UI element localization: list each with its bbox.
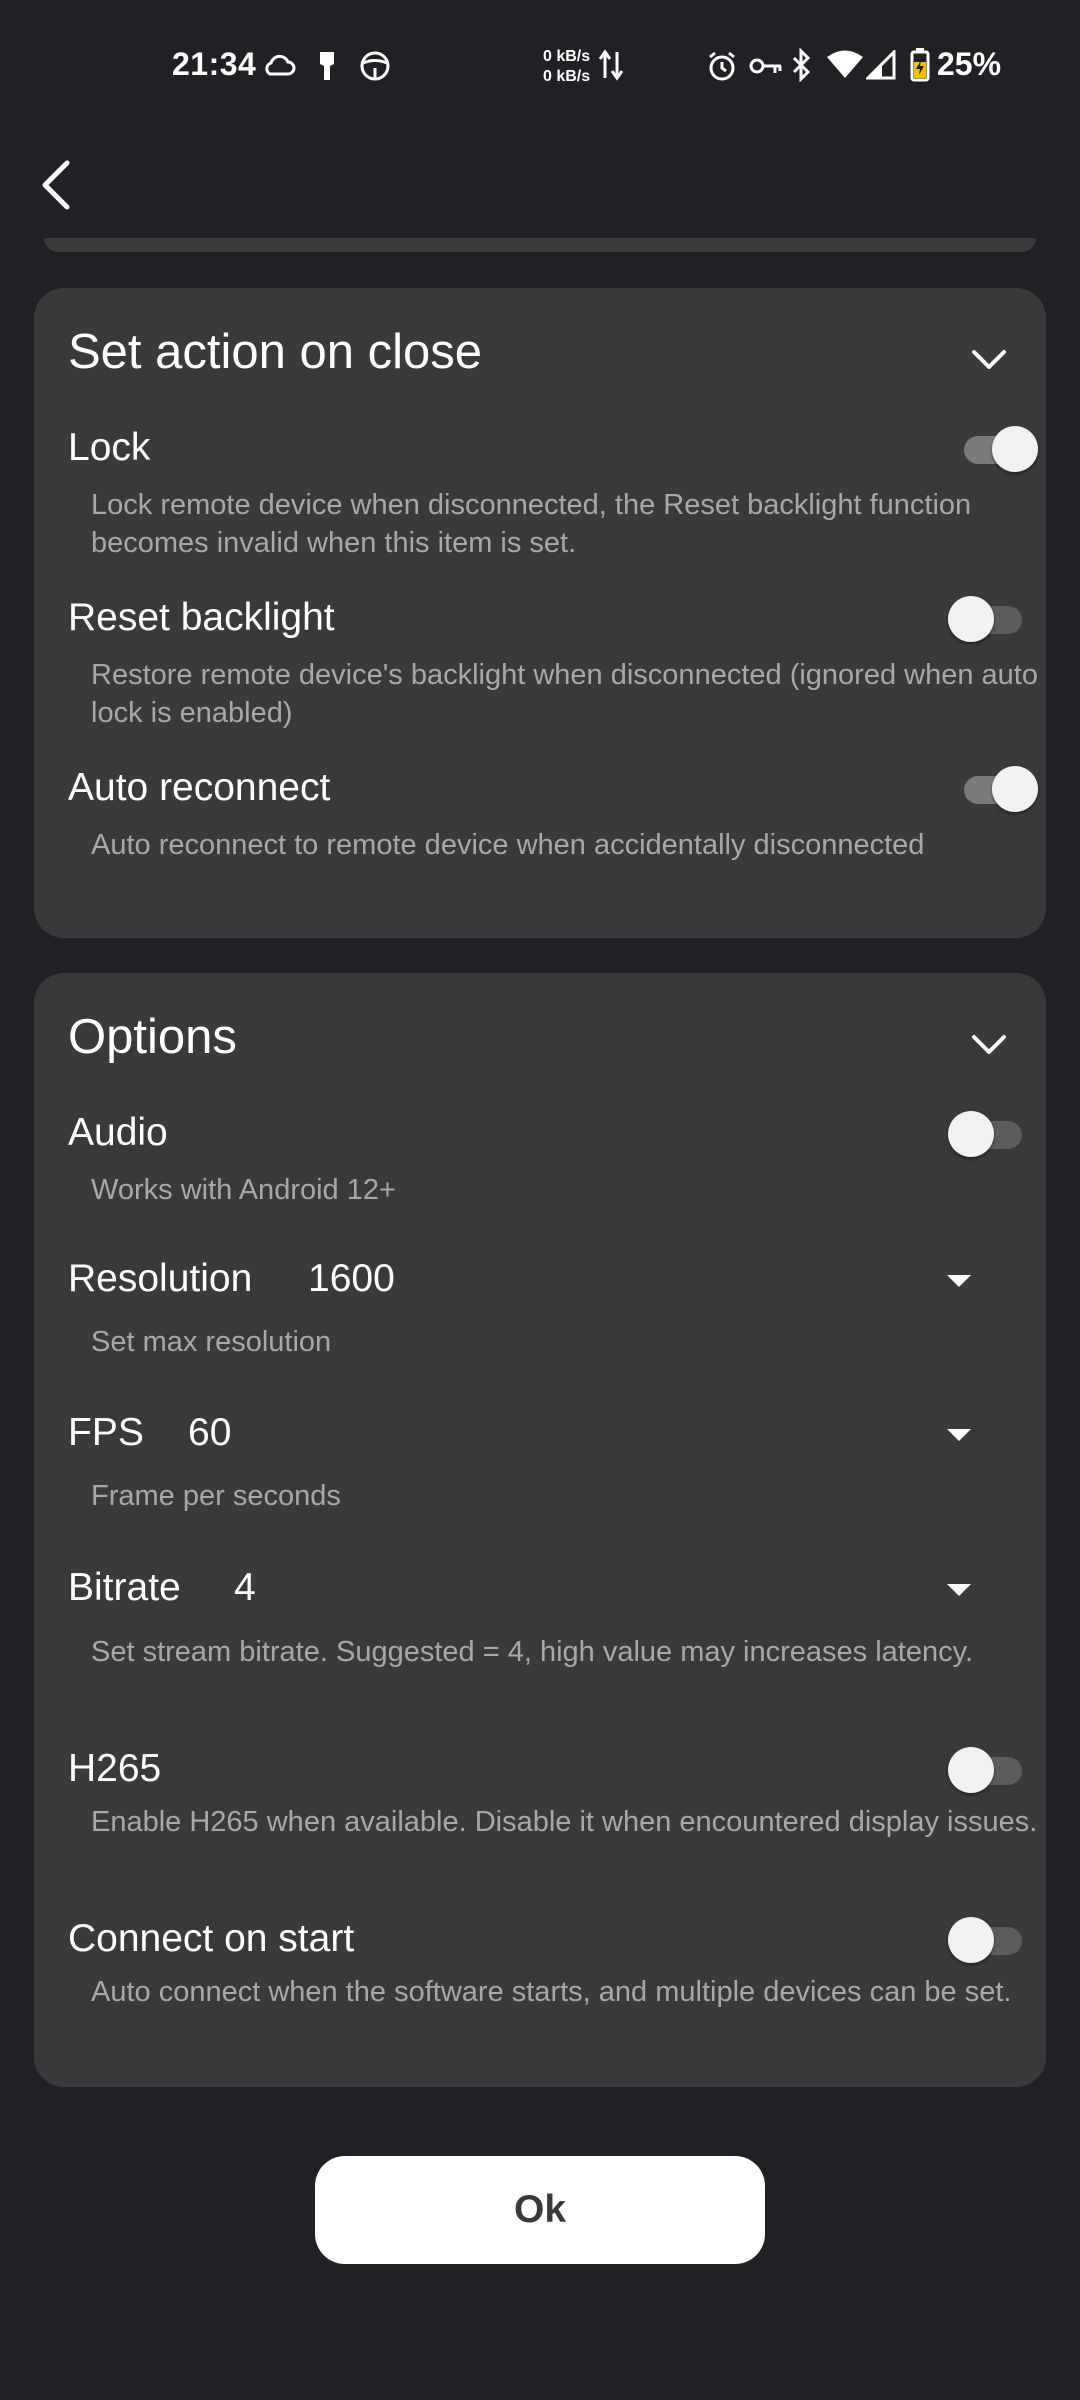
connect-on-start-desc: Auto connect when the software starts, a…: [91, 1976, 1012, 2008]
reset-backlight-title: Reset backlight: [68, 596, 335, 639]
fps-select[interactable]: 60: [188, 1411, 231, 1455]
chevron-down-icon[interactable]: [966, 336, 1012, 382]
wifi-icon: [827, 50, 863, 78]
h265-toggle[interactable]: [948, 1747, 1024, 1793]
bitrate-dropdown-icon[interactable]: [947, 1584, 971, 1596]
lock-desc: Lock remote device when disconnected, th…: [91, 489, 972, 559]
reset-backlight-toggle[interactable]: [948, 596, 1024, 642]
lock-toggle[interactable]: [948, 426, 1038, 472]
battery-icon: [910, 48, 930, 82]
back-arrow-icon: [42, 160, 70, 210]
audio-title: Audio: [68, 1111, 168, 1154]
connect-on-start-title: Connect on start: [68, 1917, 355, 1960]
vpn-key-icon: [749, 58, 782, 74]
close-actions-title: Set action on close: [68, 325, 483, 379]
chevron-down-icon[interactable]: [966, 1021, 1012, 1067]
bluetooth-icon: [792, 48, 811, 82]
auto-reconnect-desc: Auto reconnect to remote device when acc…: [91, 829, 925, 861]
resolution-desc: Set max resolution: [91, 1326, 332, 1358]
battery-percent: 25%: [937, 46, 1002, 82]
audio-toggle[interactable]: [948, 1111, 1024, 1157]
auto-reconnect-toggle[interactable]: [948, 766, 1038, 812]
resolution-select[interactable]: 1600: [308, 1257, 395, 1301]
lock-title: Lock: [68, 426, 151, 469]
previous-card-edge: [44, 238, 1036, 252]
status-time: 21:34: [172, 46, 257, 82]
cloud-icon: [265, 54, 296, 76]
h265-title: H265: [68, 1747, 162, 1790]
net-up-speed: 0 kB/s: [543, 48, 591, 65]
network-speed: 0 kB/s 0 kB/s: [543, 47, 590, 87]
audio-desc: Works with Android 12+: [91, 1174, 396, 1206]
back-button[interactable]: [28, 150, 84, 220]
alarm-icon: [709, 51, 735, 81]
resolution-title: Resolution: [68, 1257, 253, 1300]
signal-icon: [866, 50, 896, 80]
bitrate-desc: Set stream bitrate. Suggested = 4, high …: [91, 1636, 974, 1668]
ok-button[interactable]: Ok: [315, 2156, 765, 2264]
auto-reconnect-title: Auto reconnect: [68, 766, 331, 809]
bitrate-title: Bitrate: [68, 1566, 181, 1609]
h265-desc: Enable H265 when available. Disable it w…: [91, 1806, 1038, 1838]
bitrate-select[interactable]: 4: [234, 1566, 256, 1610]
fps-dropdown-icon[interactable]: [947, 1429, 971, 1441]
options-title: Options: [68, 1010, 237, 1064]
resolution-dropdown-icon[interactable]: [947, 1275, 971, 1287]
fps-desc: Frame per seconds: [91, 1480, 341, 1512]
reset-backlight-desc: Restore remote device's backlight when d…: [91, 659, 1038, 729]
close-actions-card: Set action on close Lock Lock remote dev…: [34, 288, 1046, 938]
net-down-speed: 0 kB/s: [543, 68, 591, 85]
steering-icon: [360, 51, 390, 81]
status-bar: 21:34 0 kB/s 0 kB/s 25%: [0, 0, 1080, 135]
options-card: Options Audio Works with Android 12+ Res…: [34, 973, 1046, 2087]
brush-icon: [320, 52, 334, 80]
connect-on-start-toggle[interactable]: [948, 1917, 1024, 1963]
fps-title: FPS: [68, 1411, 144, 1454]
data-arrows-icon: [598, 49, 624, 81]
